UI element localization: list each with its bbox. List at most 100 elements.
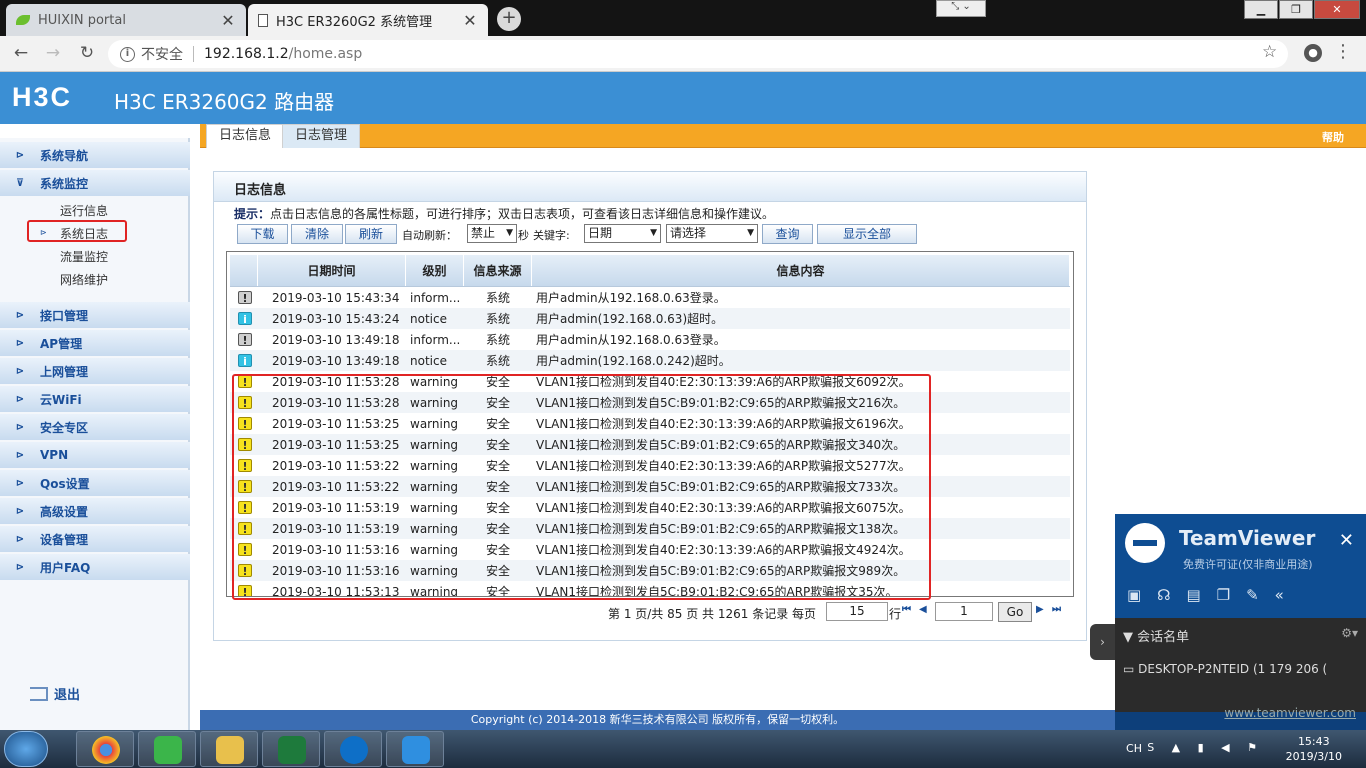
table-row[interactable]: i 2019-03-10 13:49:18 notice 系统 用户admin(192.… bbox=[230, 350, 1070, 371]
highlight-annotation-warnings bbox=[232, 374, 931, 600]
sidebar-item-label: 设备管理 bbox=[40, 532, 89, 547]
session-entry[interactable]: ▭ DESKTOP-P2NTEID (1 179 206 ( bbox=[1123, 662, 1327, 676]
sidebar-item-cloudwifi[interactable]: ⊳ 云WiFi bbox=[0, 386, 190, 412]
sidebar-item-ap[interactable]: ⊳ AP管理 bbox=[0, 330, 190, 356]
sidebar-item-label: 接口管理 bbox=[40, 308, 89, 323]
hint-body: 点击日志信息的各属性标题，可进行排序；双击日志表项，可查看该日志详细信息和操作建… bbox=[270, 207, 775, 221]
sidebar-item-label: Qos设置 bbox=[40, 476, 90, 491]
teamviewer-license: 免费许可证(仅非商业用途) bbox=[1183, 558, 1313, 571]
logout-button[interactable]: 退出 bbox=[30, 684, 80, 703]
sidebar-subitem-runinfo[interactable]: 运行信息 bbox=[60, 202, 108, 219]
close-icon[interactable]: ✕ bbox=[220, 11, 236, 30]
sidebar-subitem-traffic[interactable]: 流量监控 bbox=[60, 248, 108, 265]
keyword-field-select[interactable]: 日期 ▼ bbox=[584, 224, 661, 243]
header-level[interactable]: 级别 bbox=[406, 255, 464, 286]
back-arrow-icon[interactable]: ← bbox=[10, 42, 32, 64]
window-close-button[interactable]: ✕ bbox=[1314, 0, 1360, 19]
table-row[interactable]: ! 2019-03-10 15:43:34 inform... 系统 用户admin从1… bbox=[230, 287, 1070, 308]
tab-log-info[interactable]: 日志信息 bbox=[206, 124, 285, 148]
sidebar-item-device[interactable]: ⊳ 设备管理 bbox=[0, 526, 190, 552]
prev-page-icon[interactable]: ◀ bbox=[919, 604, 927, 615]
sidebar-item-faq[interactable]: ⊳ 用户FAQ bbox=[0, 554, 190, 580]
clock[interactable]: 15:43 2019/3/10 bbox=[1286, 734, 1342, 764]
start-button[interactable] bbox=[4, 731, 48, 767]
table-row[interactable]: ! 2019-03-10 13:49:18 inform... 系统 用户admin从1… bbox=[230, 329, 1070, 350]
teamviewer-icon bbox=[340, 736, 368, 764]
teamviewer-session-list: ▼ 会话名单 ⚙▾ ▭ DESKTOP-P2NTEID (1 179 206 ( bbox=[1115, 618, 1366, 712]
gear-icon[interactable]: ⚙▾ bbox=[1341, 626, 1358, 640]
sidebar-item-monitor[interactable]: ⊽ 系统监控 bbox=[0, 170, 190, 196]
header-source[interactable]: 信息来源 bbox=[464, 255, 532, 286]
query-button[interactable]: 查询 bbox=[762, 224, 813, 244]
taskbar-excel[interactable] bbox=[262, 731, 320, 767]
go-button[interactable]: Go bbox=[998, 602, 1032, 622]
auto-refresh-label: 自动刷新： bbox=[402, 229, 457, 242]
sidebar-item-qos[interactable]: ⊳ Qos设置 bbox=[0, 470, 190, 496]
new-tab-button[interactable]: + bbox=[497, 7, 521, 31]
info-icon[interactable]: i bbox=[120, 46, 135, 62]
reload-icon[interactable]: ↻ bbox=[76, 42, 98, 64]
show-all-button[interactable]: 显示全部 bbox=[817, 224, 917, 244]
auto-refresh-select[interactable]: 禁止 ▼ bbox=[467, 224, 517, 243]
browser-tab-h3c[interactable]: H3C ER3260G2 系统管理 ✕ bbox=[248, 4, 488, 36]
expand-arrow-icon: ⊳ bbox=[15, 449, 25, 461]
paper-plane-icon bbox=[402, 736, 430, 764]
account-icon[interactable]: ● bbox=[1304, 44, 1322, 62]
cell-source: 系统 bbox=[485, 312, 510, 326]
teamviewer-toolbar[interactable]: ▣☊▤❐✎« bbox=[1127, 586, 1300, 604]
expand-arrow-icon: ⊳ bbox=[15, 533, 25, 545]
browser-tab-huixin[interactable]: HUIXIN portal ✕ bbox=[6, 4, 246, 36]
header-content[interactable]: 信息内容 bbox=[532, 255, 1070, 286]
refresh-button[interactable]: 刷新 bbox=[345, 224, 397, 244]
goto-page-input[interactable]: 1 bbox=[935, 602, 993, 621]
overlay-control[interactable]: ⤡ ⌄ bbox=[936, 0, 986, 17]
app-header: H3C H3C ER3260G2 路由器 bbox=[0, 72, 1366, 124]
minimize-button[interactable]: ▁ bbox=[1244, 0, 1278, 19]
teamviewer-panel: TeamViewer 免费许可证(仅非商业用途) ✕ ▣☊▤❐✎« ▼ 会话名单… bbox=[1115, 514, 1366, 730]
sidebar-item-label: 用户FAQ bbox=[40, 560, 91, 575]
sidebar-item-interface[interactable]: ⊳ 接口管理 bbox=[0, 302, 190, 328]
taskbar-teamviewer[interactable] bbox=[324, 731, 382, 767]
per-page-input[interactable]: 15 bbox=[826, 602, 888, 621]
sidebar-item-security[interactable]: ⊳ 安全专区 bbox=[0, 414, 190, 440]
expand-arrow-icon: ⊳ bbox=[15, 337, 25, 349]
sidebar-subitem-maintenance[interactable]: 网络维护 bbox=[60, 271, 108, 288]
clear-button[interactable]: 清除 bbox=[291, 224, 343, 244]
first-page-icon[interactable]: ⏮ bbox=[902, 604, 911, 615]
keyword-value-select[interactable]: 请选择 ▼ bbox=[666, 224, 758, 243]
help-link[interactable]: 帮助 bbox=[1322, 129, 1344, 145]
session-list-header[interactable]: ▼ 会话名单 bbox=[1123, 626, 1189, 645]
close-icon[interactable]: ✕ bbox=[1339, 530, 1354, 551]
download-button[interactable]: 下载 bbox=[237, 224, 288, 244]
sidebar-item-nav[interactable]: ⊳ 系统导航 bbox=[0, 142, 190, 168]
expand-arrow-icon: ⊳ bbox=[15, 477, 25, 489]
taskbar-messenger[interactable] bbox=[386, 731, 444, 767]
sidebar-item-vpn[interactable]: ⊳ VPN bbox=[0, 442, 190, 468]
ime-indicator[interactable]: CH bbox=[1126, 742, 1142, 755]
sidebar-item-internet[interactable]: ⊳ 上网管理 bbox=[0, 358, 190, 384]
teamviewer-collapse-handle[interactable]: › bbox=[1090, 624, 1115, 660]
sidebar-item-advanced[interactable]: ⊳ 高级设置 bbox=[0, 498, 190, 524]
url-omnibox[interactable]: i 不安全 192.168.1.2 /home.asp bbox=[108, 40, 1288, 68]
notice-icon: i bbox=[238, 311, 252, 326]
h3c-logo: H3C bbox=[12, 82, 73, 112]
last-page-icon[interactable]: ⏭ bbox=[1052, 604, 1061, 615]
next-page-icon[interactable]: ▶ bbox=[1036, 604, 1044, 615]
tray-icons[interactable]: S ▲ ▮ ◀ ⚑ bbox=[1147, 741, 1264, 754]
table-row[interactable]: i 2019-03-10 15:43:24 notice 系统 用户admin(192.… bbox=[230, 308, 1070, 329]
taskbar-explorer[interactable] bbox=[200, 731, 258, 767]
taskbar-chrome[interactable] bbox=[76, 731, 134, 767]
tab-log-management[interactable]: 日志管理 bbox=[282, 124, 361, 148]
forward-arrow-icon[interactable]: → bbox=[42, 42, 64, 64]
teamviewer-link[interactable]: www.teamviewer.com bbox=[1224, 706, 1356, 720]
restore-button[interactable]: ❐ bbox=[1279, 0, 1313, 19]
taskbar-wechat[interactable] bbox=[138, 731, 196, 767]
expand-arrow-icon: ⊳ bbox=[15, 149, 25, 161]
cell-source: 系统 bbox=[485, 333, 510, 347]
header-datetime[interactable]: 日期时间 bbox=[258, 255, 406, 286]
bookmark-star-icon[interactable]: ☆ bbox=[1262, 42, 1277, 62]
close-icon[interactable]: ✕ bbox=[462, 11, 478, 30]
url-host: 192.168.1.2 bbox=[204, 46, 289, 62]
rows-label: 行 bbox=[889, 607, 902, 621]
menu-dots-icon[interactable]: ⋮ bbox=[1334, 41, 1352, 63]
